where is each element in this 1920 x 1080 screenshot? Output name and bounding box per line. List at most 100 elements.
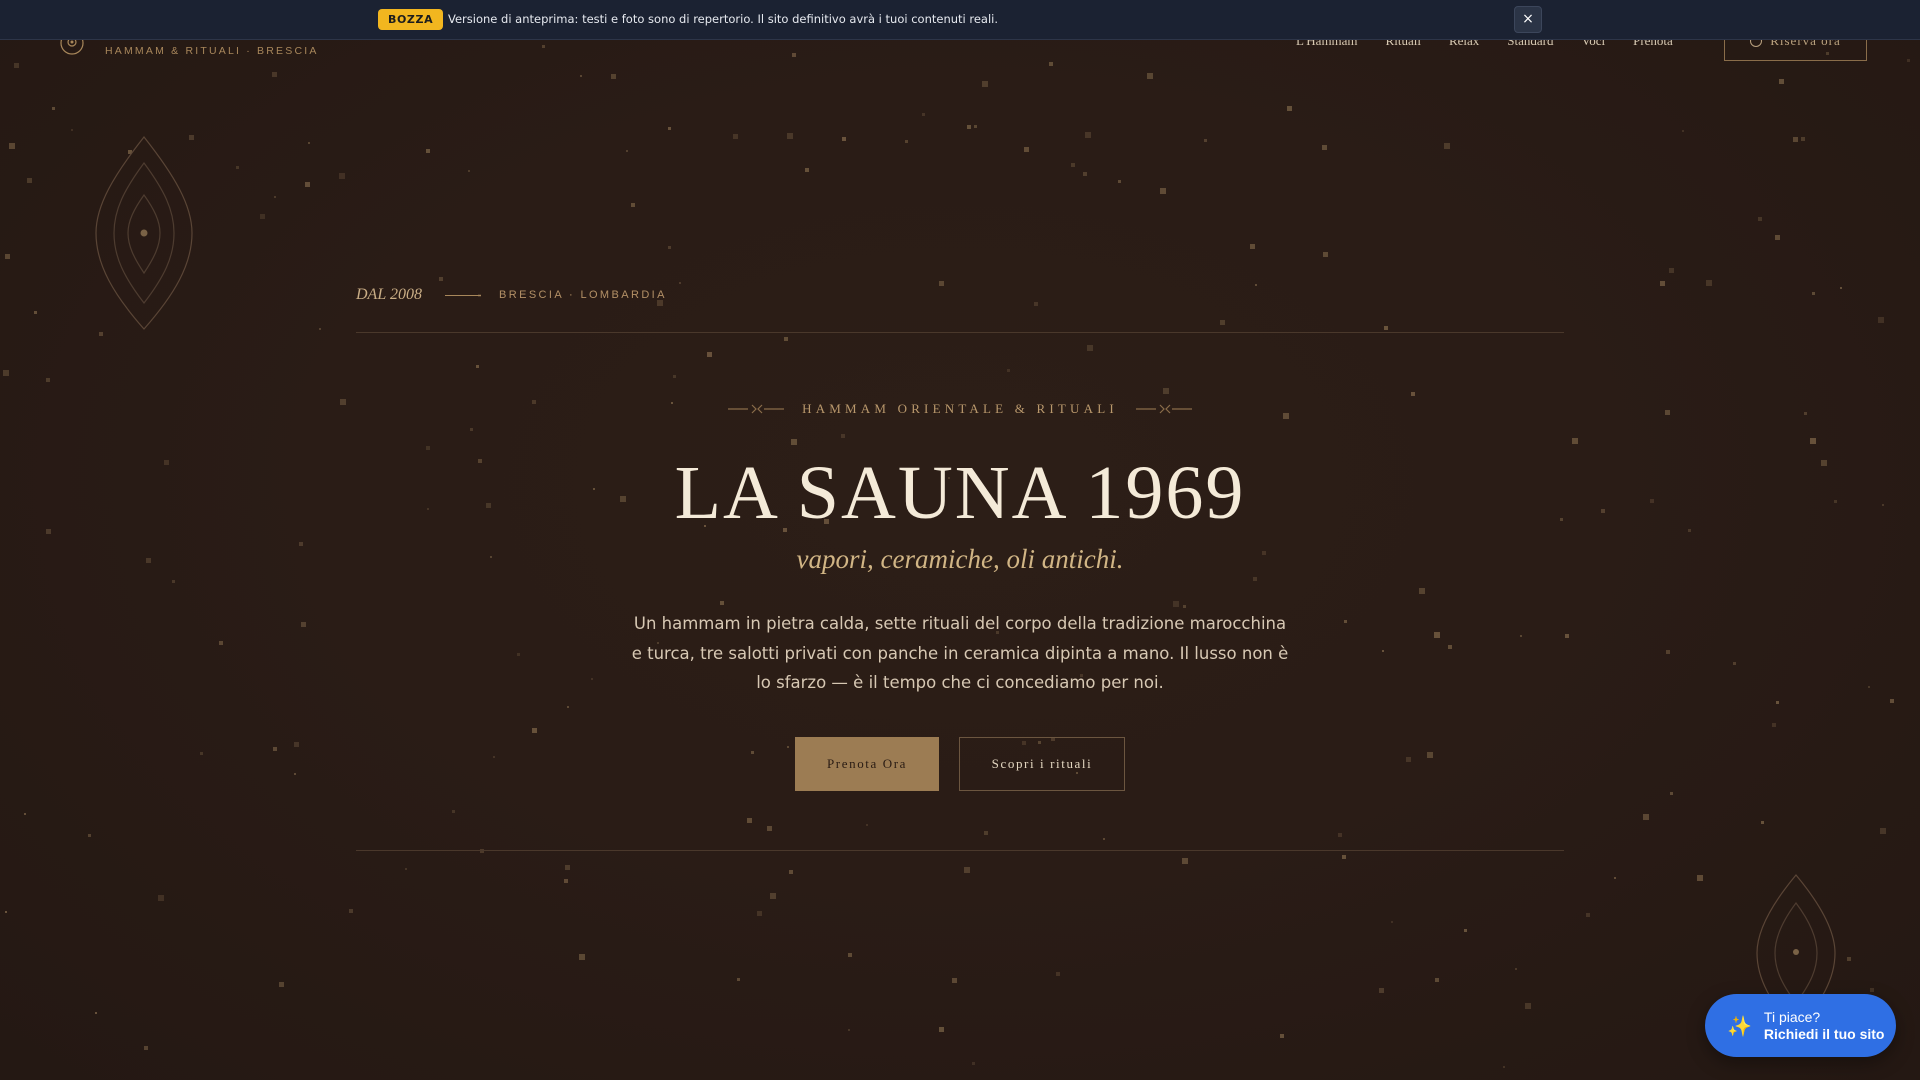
particle-dot — [982, 81, 988, 87]
particle-dot — [1565, 634, 1569, 638]
particle-dot — [1503, 1066, 1505, 1068]
particle-dot — [144, 1046, 148, 1050]
particle-dot — [1779, 79, 1784, 84]
particle-dot — [1733, 662, 1736, 665]
particle-dot — [707, 352, 712, 357]
discover-rituals-button[interactable]: Scopri i rituali — [959, 737, 1125, 791]
particle-dot — [1572, 438, 1578, 444]
particle-dot — [1255, 284, 1257, 286]
particle-dot — [301, 622, 306, 627]
particle-dot — [1085, 132, 1091, 138]
particle-dot — [1586, 913, 1590, 917]
particle-dot — [1411, 392, 1415, 396]
particle-dot — [1007, 369, 1010, 372]
ornament-left-icon — [728, 404, 785, 414]
particle-dot — [1182, 858, 1188, 864]
particle-dot — [668, 127, 671, 130]
particle-dot — [580, 75, 582, 77]
particle-dot — [1391, 921, 1393, 923]
particle-dot — [952, 978, 957, 983]
particle-dot — [939, 281, 944, 286]
particle-dot — [1034, 302, 1038, 306]
particle-dot — [1812, 292, 1815, 295]
particle-dot — [1344, 620, 1347, 623]
close-banner-button[interactable]: × — [1514, 6, 1542, 33]
particle-dot — [1448, 645, 1452, 649]
particle-dot — [95, 1012, 97, 1014]
particle-dot — [791, 439, 797, 445]
particle-dot — [1253, 577, 1257, 581]
particle-dot — [1660, 281, 1665, 286]
request-site-button[interactable]: ✨ Ti piace? Richiedi il tuo sito — [1705, 994, 1896, 1057]
particle-dot — [319, 328, 321, 330]
particle-dot — [1342, 855, 1346, 859]
particle-dot — [1669, 268, 1674, 273]
particle-dot — [272, 72, 277, 77]
particle-dot — [1801, 137, 1805, 141]
particle-dot — [841, 434, 845, 438]
book-now-button[interactable]: Prenota Ora — [795, 737, 939, 791]
particle-dot — [294, 742, 299, 747]
particle-dot — [34, 311, 37, 314]
particle-dot — [1173, 601, 1179, 607]
since-label: DAL 2008 — [356, 286, 422, 303]
particle-dot — [236, 166, 239, 169]
logo-subtitle: HAMMAM & RITUALI · BRESCIA — [105, 45, 319, 57]
particle-dot — [279, 982, 284, 987]
hero-tagline: vapori, ceramiche, oli antichi. — [796, 544, 1124, 574]
particle-dot — [3, 370, 9, 376]
draft-badge: BOZZA — [378, 9, 444, 30]
particle-dot — [939, 1027, 944, 1032]
particle-dot — [349, 909, 353, 913]
particle-dot — [426, 149, 430, 153]
particle-dot — [579, 954, 585, 960]
particle-dot — [470, 428, 473, 431]
particle-dot — [866, 824, 868, 826]
particle-dot — [789, 870, 793, 874]
particle-dot — [1280, 1034, 1284, 1038]
particle-dot — [720, 601, 724, 605]
particle-dot — [1434, 632, 1440, 638]
particle-dot — [567, 706, 569, 708]
hero-eyebrow-text: HAMMAM ORIENTALE & RITUALI — [802, 401, 1118, 416]
particle-dot — [967, 125, 971, 129]
particle-dot — [1406, 757, 1411, 762]
since-divider — [445, 295, 481, 296]
particle-dot — [99, 332, 103, 336]
particle-dot — [1907, 59, 1910, 62]
particle-dot — [273, 747, 277, 751]
preview-banner: BOZZA Versione di anteprima: testi e fot… — [0, 0, 1920, 40]
ornament-right-icon — [1135, 404, 1192, 414]
particle-dot — [27, 178, 32, 183]
particle-dot — [1520, 635, 1522, 637]
particle-dot — [805, 168, 809, 172]
particle-dot — [1049, 62, 1053, 66]
particle-dot — [1427, 752, 1433, 758]
particle-dot — [751, 751, 754, 754]
particle-dot — [476, 365, 479, 368]
particle-dot — [339, 173, 345, 179]
particle-dot — [737, 978, 740, 981]
particle-dot — [1118, 180, 1121, 183]
particle-dot — [1419, 588, 1425, 594]
particle-dot — [1614, 877, 1616, 879]
particle-dot — [1160, 188, 1166, 194]
particle-dot — [792, 53, 796, 57]
particle-dot — [294, 773, 296, 775]
particle-dot — [747, 818, 752, 823]
particle-dot — [564, 879, 568, 883]
particle-dot — [158, 895, 164, 901]
particle-dot — [1840, 287, 1842, 289]
particle-dot — [1287, 106, 1292, 111]
particle-dot — [1103, 838, 1105, 840]
particle-dot — [274, 196, 276, 198]
preview-message: Versione di anteprima: testi e foto sono… — [448, 12, 999, 26]
particle-dot — [1761, 821, 1764, 824]
particle-dot — [1464, 929, 1467, 932]
particle-dot — [1338, 833, 1342, 837]
particle-dot — [1847, 957, 1851, 961]
particle-dot — [673, 375, 676, 378]
particle-dot — [787, 133, 793, 139]
particle-dot — [1056, 972, 1060, 976]
particle-dot — [1868, 686, 1870, 688]
